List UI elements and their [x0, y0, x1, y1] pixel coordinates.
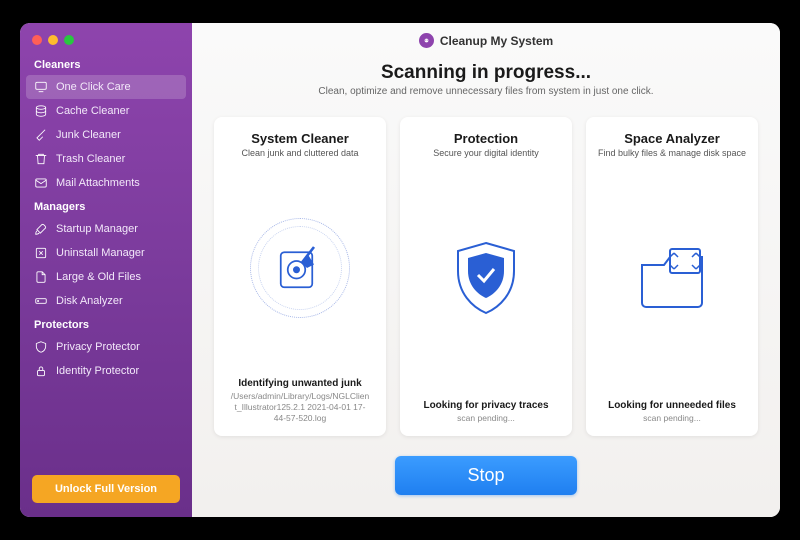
sidebar-item-identity-protector[interactable]: Identity Protector — [20, 359, 192, 383]
app-window: Cleaners One Click Care Cache Cleaner Ju… — [20, 23, 780, 517]
sidebar-item-label: One Click Care — [56, 81, 131, 93]
card-subtitle: Clean junk and cluttered data — [241, 148, 358, 158]
sidebar-item-large-old-files[interactable]: Large & Old Files — [20, 265, 192, 289]
sidebar-item-label: Uninstall Manager — [56, 247, 145, 259]
card-detail: /Users/admin/Library/Logs/NGLClient_Illu… — [224, 391, 376, 424]
sidebar-item-label: Mail Attachments — [56, 177, 140, 189]
card-subtitle: Secure your digital identity — [433, 148, 539, 158]
stack-icon — [34, 104, 48, 118]
page-subtitle: Clean, optimize and remove unnecessary f… — [192, 86, 780, 97]
app-title: Cleanup My System — [440, 34, 553, 48]
maximize-button[interactable] — [64, 35, 74, 45]
sidebar-item-label: Privacy Protector — [56, 341, 140, 353]
card-detail: scan pending... — [637, 413, 707, 424]
folder-expand-illustration — [632, 170, 712, 388]
card-space-analyzer: Space Analyzer Find bulky files & manage… — [586, 117, 758, 436]
trash-icon — [34, 152, 48, 166]
close-button[interactable] — [32, 35, 42, 45]
sidebar-item-label: Disk Analyzer — [56, 295, 123, 307]
section-cleaners: Cleaners — [20, 53, 192, 75]
headline: Scanning in progress... Clean, optimize … — [192, 54, 780, 99]
uninstall-icon — [34, 246, 48, 260]
section-protectors: Protectors — [20, 313, 192, 335]
sidebar-item-label: Cache Cleaner — [56, 105, 129, 117]
sidebar-item-junk-cleaner[interactable]: Junk Cleaner — [20, 123, 192, 147]
sidebar-item-label: Junk Cleaner — [56, 129, 121, 141]
cards-row: System Cleaner Clean junk and cluttered … — [192, 99, 780, 450]
card-subtitle: Find bulky files & manage disk space — [598, 148, 746, 158]
mail-icon — [34, 176, 48, 190]
app-icon — [419, 33, 434, 48]
card-status: Looking for unneeded files — [608, 400, 736, 411]
card-status: Looking for privacy traces — [423, 400, 548, 411]
window-controls — [20, 31, 192, 53]
sidebar-item-label: Startup Manager — [56, 223, 138, 235]
minimize-button[interactable] — [48, 35, 58, 45]
sidebar-item-trash-cleaner[interactable]: Trash Cleaner — [20, 147, 192, 171]
sidebar-item-startup-manager[interactable]: Startup Manager — [20, 217, 192, 241]
stop-button[interactable]: Stop — [395, 456, 576, 495]
footer: Stop — [192, 450, 780, 517]
sidebar-item-label: Large & Old Files — [56, 271, 141, 283]
sidebar-item-mail-attachments[interactable]: Mail Attachments — [20, 171, 192, 195]
sidebar-item-disk-analyzer[interactable]: Disk Analyzer — [20, 289, 192, 313]
sidebar-item-one-click-care[interactable]: One Click Care — [26, 75, 186, 99]
sidebar-item-privacy-protector[interactable]: Privacy Protector — [20, 335, 192, 359]
sidebar-item-label: Trash Cleaner — [56, 153, 125, 165]
sidebar: Cleaners One Click Care Cache Cleaner Ju… — [20, 23, 192, 517]
card-system-cleaner: System Cleaner Clean junk and cluttered … — [214, 117, 386, 436]
main-content: Cleanup My System Scanning in progress..… — [192, 23, 780, 517]
disk-icon — [34, 294, 48, 308]
shield-illustration — [450, 170, 522, 388]
unlock-full-version-button[interactable]: Unlock Full Version — [32, 475, 180, 503]
page-title: Scanning in progress... — [192, 62, 780, 84]
broom-icon — [34, 128, 48, 142]
lock-icon — [34, 364, 48, 378]
card-title: System Cleaner — [251, 131, 349, 146]
shield-icon — [34, 340, 48, 354]
sidebar-item-label: Identity Protector — [56, 365, 139, 377]
monitor-icon — [34, 80, 48, 94]
files-icon — [34, 270, 48, 284]
card-protection: Protection Secure your digital identity … — [400, 117, 572, 436]
disk-broom-illustration — [250, 170, 350, 366]
sidebar-item-uninstall-manager[interactable]: Uninstall Manager — [20, 241, 192, 265]
card-title: Space Analyzer — [624, 131, 720, 146]
card-detail: scan pending... — [451, 413, 521, 424]
titlebar: Cleanup My System — [192, 23, 780, 54]
card-title: Protection — [454, 131, 518, 146]
rocket-icon — [34, 222, 48, 236]
sidebar-item-cache-cleaner[interactable]: Cache Cleaner — [20, 99, 192, 123]
card-status: Identifying unwanted junk — [238, 378, 361, 389]
section-managers: Managers — [20, 195, 192, 217]
